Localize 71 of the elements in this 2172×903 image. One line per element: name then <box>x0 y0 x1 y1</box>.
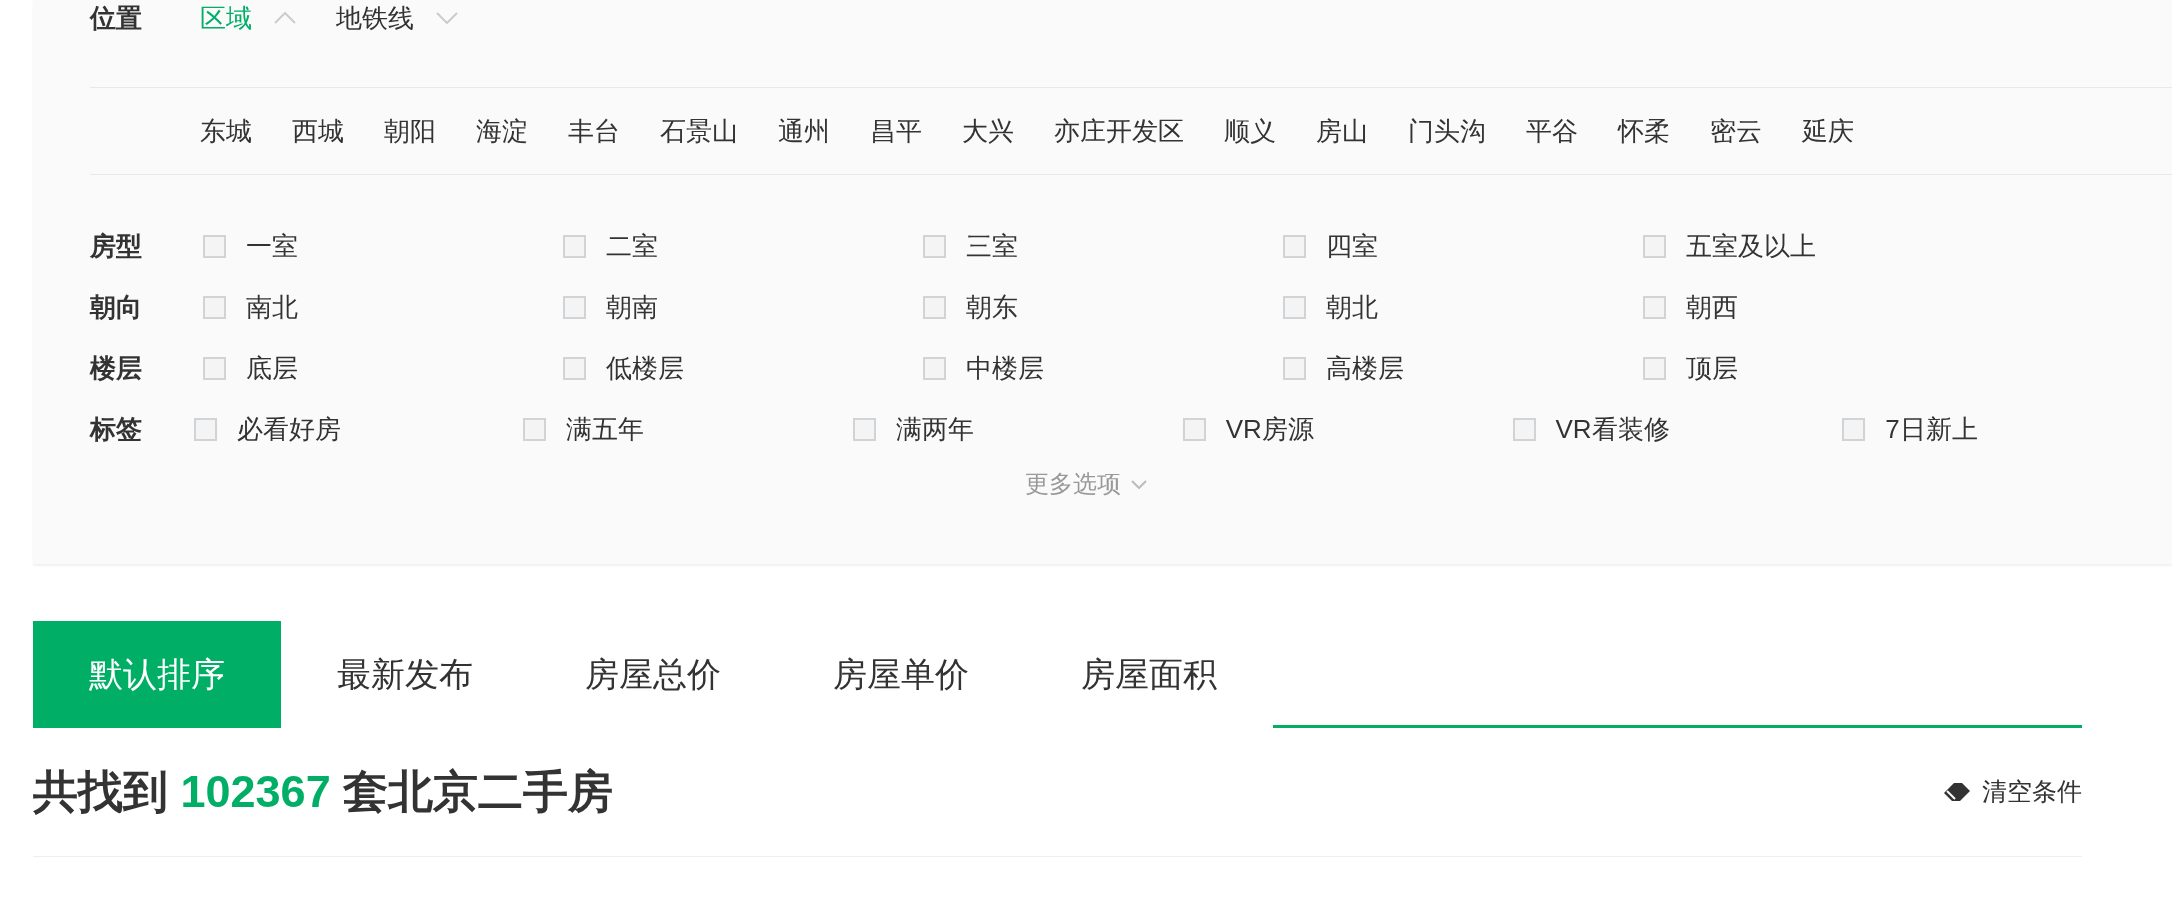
chevron-down-icon <box>1131 479 1147 489</box>
option-label: 满两年 <box>896 413 974 446</box>
option-label: 满五年 <box>566 413 645 446</box>
checkbox[interactable] <box>923 235 946 258</box>
district-link[interactable]: 平谷 <box>1526 111 1578 151</box>
option-label: 高楼层 <box>1326 352 1404 385</box>
checkbox[interactable] <box>923 357 946 380</box>
checkbox[interactable] <box>1842 418 1866 441</box>
option-label: VR看装修 <box>1555 413 1670 446</box>
district-link[interactable]: 西城 <box>292 111 344 151</box>
option-label: 三室 <box>966 230 1018 263</box>
checkbox[interactable] <box>523 418 547 441</box>
checkbox[interactable] <box>1643 235 1666 258</box>
checkbox[interactable] <box>1283 357 1306 380</box>
chevron-up-icon <box>274 12 296 24</box>
district-link[interactable]: 东城 <box>200 111 252 151</box>
filter-label: 朝向 <box>90 291 143 324</box>
checkbox[interactable] <box>203 235 226 258</box>
district-link[interactable]: 房山 <box>1316 111 1368 151</box>
district-link[interactable]: 海淀 <box>476 111 528 151</box>
checkbox[interactable] <box>203 357 226 380</box>
checkbox[interactable] <box>563 357 586 380</box>
checkbox[interactable] <box>563 235 586 258</box>
checkbox[interactable] <box>193 418 217 441</box>
checkbox[interactable] <box>1182 418 1206 441</box>
option-label: 朝北 <box>1326 291 1378 324</box>
checkbox[interactable] <box>1283 296 1306 319</box>
filter-label: 标签 <box>90 413 143 446</box>
checkbox[interactable] <box>203 296 226 319</box>
district-link[interactable]: 大兴 <box>962 111 1014 151</box>
clear-filters-button[interactable]: 清空条件 <box>1942 773 2082 811</box>
filter-label: 位置 <box>90 2 143 34</box>
option-label: 顶层 <box>1686 352 1738 385</box>
checkbox[interactable] <box>1512 418 1536 441</box>
option-label: 四室 <box>1326 230 1378 263</box>
checkbox[interactable] <box>923 296 946 319</box>
district-link[interactable]: 昌平 <box>870 111 922 151</box>
option-label: 必看好房 <box>236 413 341 446</box>
option-label: 南北 <box>246 291 298 324</box>
district-link[interactable]: 密云 <box>1710 111 1762 151</box>
option-label: 低楼层 <box>606 352 684 385</box>
result-heading: 共找到 102367 套北京二手房 <box>33 765 614 819</box>
district-link[interactable]: 门头沟 <box>1408 111 1486 151</box>
checkbox[interactable] <box>1283 235 1306 258</box>
filter-label: 房型 <box>90 230 143 263</box>
option-label: 底层 <box>246 352 298 385</box>
option-label: 五室及以上 <box>1686 230 1816 263</box>
option-label: 朝西 <box>1686 291 1738 324</box>
option-label: 朝南 <box>606 291 658 324</box>
district-link[interactable]: 顺义 <box>1224 111 1276 151</box>
eraser-icon <box>1942 781 1972 803</box>
district-link[interactable]: 朝阳 <box>384 111 436 151</box>
option-label: 7日新上 <box>1885 413 1978 446</box>
district-link[interactable]: 丰台 <box>568 111 620 151</box>
district-link[interactable]: 亦庄开发区 <box>1054 111 1184 151</box>
location-tab[interactable]: 地铁线 <box>336 2 458 34</box>
option-label: VR房源 <box>1225 413 1314 446</box>
option-label: 中楼层 <box>966 352 1044 385</box>
district-link[interactable]: 延庆 <box>1802 111 1854 151</box>
checkbox[interactable] <box>1643 357 1666 380</box>
checkbox[interactable] <box>563 296 586 319</box>
option-label: 一室 <box>246 230 298 263</box>
checkbox[interactable] <box>853 418 876 441</box>
district-link[interactable]: 通州 <box>778 111 830 151</box>
option-label: 二室 <box>606 230 658 263</box>
district-link[interactable]: 怀柔 <box>1618 111 1670 151</box>
filter-label: 楼层 <box>90 352 143 385</box>
checkbox[interactable] <box>1643 296 1666 319</box>
chevron-down-icon <box>436 12 458 24</box>
district-link[interactable]: 石景山 <box>660 111 738 151</box>
option-label: 朝东 <box>966 291 1018 324</box>
